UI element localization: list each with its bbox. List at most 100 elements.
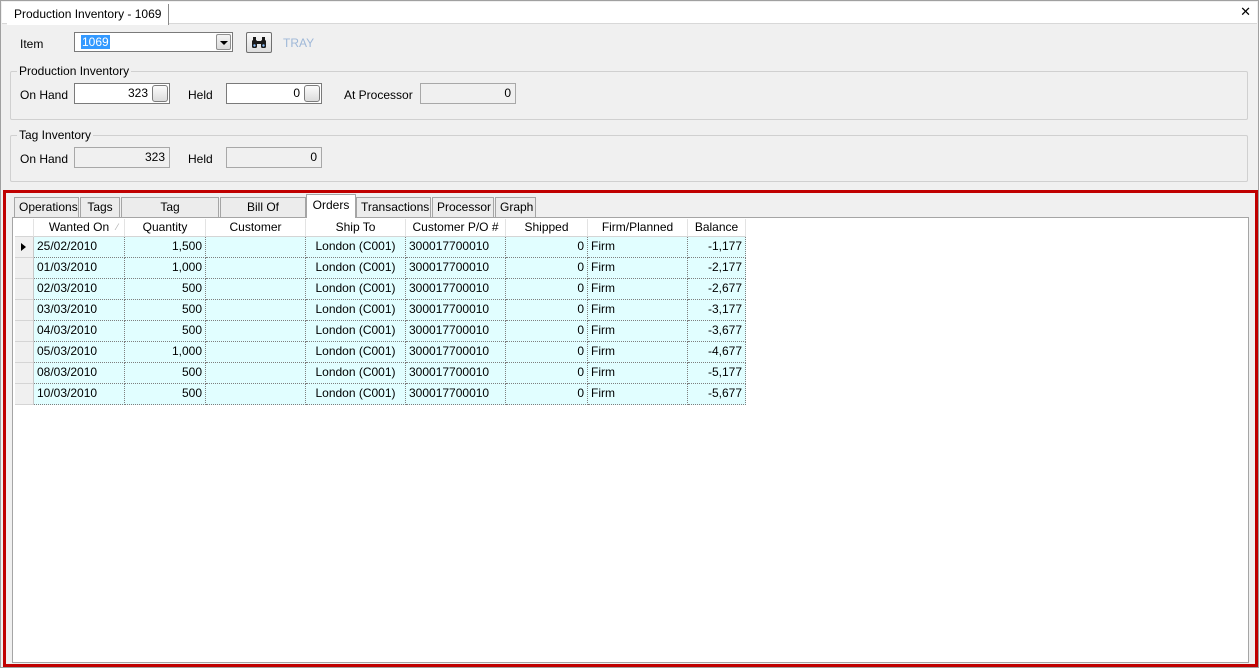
table-row[interactable]: 10/03/2010 500 London (C001) 300017700010 0 F… — [15, 384, 746, 405]
tab-bill-of-material[interactable]: Bill Of Material — [220, 197, 306, 232]
row-header[interactable] — [15, 321, 34, 342]
column-header-customer[interactable]: Customer — [206, 219, 306, 237]
cell-customer[interactable] — [206, 384, 306, 405]
cell-firm-planned[interactable]: Firm — [588, 384, 688, 405]
cell-ship-to[interactable]: London (C001) — [306, 321, 406, 342]
cell-shipped[interactable]: 0 — [506, 363, 588, 384]
cell-wanted-on[interactable]: 10/03/2010 — [34, 384, 125, 405]
row-header[interactable] — [15, 363, 34, 384]
cell-wanted-on[interactable]: 25/02/2010 — [34, 237, 125, 258]
chevron-down-icon[interactable] — [216, 34, 231, 50]
cell-balance[interactable]: -2,677 — [688, 279, 746, 300]
table-row[interactable]: 04/03/2010 500 London (C001) 300017700010 0 F… — [15, 321, 746, 342]
tab-graph[interactable]: Graph — [495, 197, 536, 217]
column-header-firm-planned[interactable]: Firm/Planned — [588, 219, 688, 237]
cell-ship-to[interactable]: London (C001) — [306, 237, 406, 258]
cell-quantity[interactable]: 500 — [125, 363, 206, 384]
cell-customer-po[interactable]: 300017700010 — [406, 258, 506, 279]
find-button[interactable] — [246, 32, 272, 53]
cell-customer-po[interactable]: 300017700010 — [406, 279, 506, 300]
cell-ship-to[interactable]: London (C001) — [306, 342, 406, 363]
cell-balance[interactable]: -3,677 — [688, 321, 746, 342]
on-hand-detail-button[interactable] — [152, 85, 168, 102]
cell-balance[interactable]: -4,677 — [688, 342, 746, 363]
cell-shipped[interactable]: 0 — [506, 258, 588, 279]
cell-firm-planned[interactable]: Firm — [588, 237, 688, 258]
cell-customer-po[interactable]: 300017700010 — [406, 321, 506, 342]
item-combobox[interactable]: 1069 — [74, 32, 233, 52]
cell-customer[interactable] — [206, 321, 306, 342]
item-value[interactable]: 1069 — [81, 35, 110, 49]
cell-customer[interactable] — [206, 342, 306, 363]
cell-customer-po[interactable]: 300017700010 — [406, 237, 506, 258]
row-header[interactable] — [15, 279, 34, 300]
column-header-customer-po[interactable]: Customer P/O # — [406, 219, 506, 237]
cell-firm-planned[interactable]: Firm — [588, 279, 688, 300]
cell-quantity[interactable]: 500 — [125, 321, 206, 342]
cell-balance[interactable]: -5,677 — [688, 384, 746, 405]
row-header[interactable] — [15, 300, 34, 321]
cell-shipped[interactable]: 0 — [506, 237, 588, 258]
cell-balance[interactable]: -3,177 — [688, 300, 746, 321]
held-field[interactable]: 0 — [226, 83, 322, 104]
tab-tags[interactable]: Tags — [80, 197, 120, 217]
row-header[interactable] — [15, 258, 34, 279]
cell-customer[interactable] — [206, 300, 306, 321]
tab-orders[interactable]: Orders — [306, 194, 356, 218]
cell-quantity[interactable]: 500 — [125, 300, 206, 321]
cell-ship-to[interactable]: London (C001) — [306, 363, 406, 384]
table-row[interactable]: 01/03/2010 1,000 London (C001) 300017700010… — [15, 258, 746, 279]
cell-balance[interactable]: -5,177 — [688, 363, 746, 384]
cell-shipped[interactable]: 0 — [506, 300, 588, 321]
cell-quantity[interactable]: 1,000 — [125, 258, 206, 279]
cell-firm-planned[interactable]: Firm — [588, 321, 688, 342]
tab-tag-transactions[interactable]: Tag Transactions — [121, 197, 219, 232]
column-header-ship-to[interactable]: Ship To — [306, 219, 406, 237]
table-row[interactable]: 02/03/2010 500 London (C001) 300017700010 0 F… — [15, 279, 746, 300]
cell-ship-to[interactable]: London (C001) — [306, 258, 406, 279]
document-tab[interactable]: Production Inventory - 1069 — [7, 4, 170, 25]
cell-customer[interactable] — [206, 258, 306, 279]
cell-shipped[interactable]: 0 — [506, 384, 588, 405]
cell-customer[interactable] — [206, 237, 306, 258]
column-header-quantity[interactable]: Quantity — [125, 219, 206, 237]
cell-wanted-on[interactable]: 08/03/2010 — [34, 363, 125, 384]
cell-customer-po[interactable]: 300017700010 — [406, 363, 506, 384]
cell-quantity[interactable]: 1,500 — [125, 237, 206, 258]
cell-quantity[interactable]: 500 — [125, 279, 206, 300]
cell-shipped[interactable]: 0 — [506, 342, 588, 363]
cell-balance[interactable]: -1,177 — [688, 237, 746, 258]
cell-quantity[interactable]: 500 — [125, 384, 206, 405]
row-header[interactable] — [15, 237, 34, 258]
table-row[interactable]: 25/02/2010 1,500 London (C001) 300017700010… — [15, 237, 746, 258]
table-row[interactable]: 05/03/2010 1,000 London (C001) 300017700010… — [15, 342, 746, 363]
table-row[interactable]: 03/03/2010 500 London (C001) 300017700010 0 F… — [15, 300, 746, 321]
cell-wanted-on[interactable]: 04/03/2010 — [34, 321, 125, 342]
row-header[interactable] — [15, 384, 34, 405]
cell-wanted-on[interactable]: 03/03/2010 — [34, 300, 125, 321]
on-hand-field[interactable]: 323 — [74, 83, 170, 104]
cell-firm-planned[interactable]: Firm — [588, 363, 688, 384]
cell-ship-to[interactable]: London (C001) — [306, 300, 406, 321]
cell-firm-planned[interactable]: Firm — [588, 300, 688, 321]
cell-customer[interactable] — [206, 279, 306, 300]
tab-processor[interactable]: Processor — [432, 197, 494, 217]
cell-wanted-on[interactable]: 02/03/2010 — [34, 279, 125, 300]
cell-balance[interactable]: -2,177 — [688, 258, 746, 279]
cell-ship-to[interactable]: London (C001) — [306, 279, 406, 300]
cell-ship-to[interactable]: London (C001) — [306, 384, 406, 405]
column-header-balance[interactable]: Balance — [688, 219, 746, 237]
table-row[interactable]: 08/03/2010 500 London (C001) 300017700010 0 F… — [15, 363, 746, 384]
column-header-shipped[interactable]: Shipped — [506, 219, 588, 237]
cell-firm-planned[interactable]: Firm — [588, 258, 688, 279]
cell-firm-planned[interactable]: Firm — [588, 342, 688, 363]
cell-shipped[interactable]: 0 — [506, 279, 588, 300]
cell-customer[interactable] — [206, 363, 306, 384]
tab-operations[interactable]: Operations — [14, 197, 79, 217]
cell-customer-po[interactable]: 300017700010 — [406, 300, 506, 321]
cell-customer-po[interactable]: 300017700010 — [406, 342, 506, 363]
tab-transactions[interactable]: Transactions — [356, 197, 431, 217]
cell-wanted-on[interactable]: 05/03/2010 — [34, 342, 125, 363]
cell-wanted-on[interactable]: 01/03/2010 — [34, 258, 125, 279]
row-header[interactable] — [15, 342, 34, 363]
